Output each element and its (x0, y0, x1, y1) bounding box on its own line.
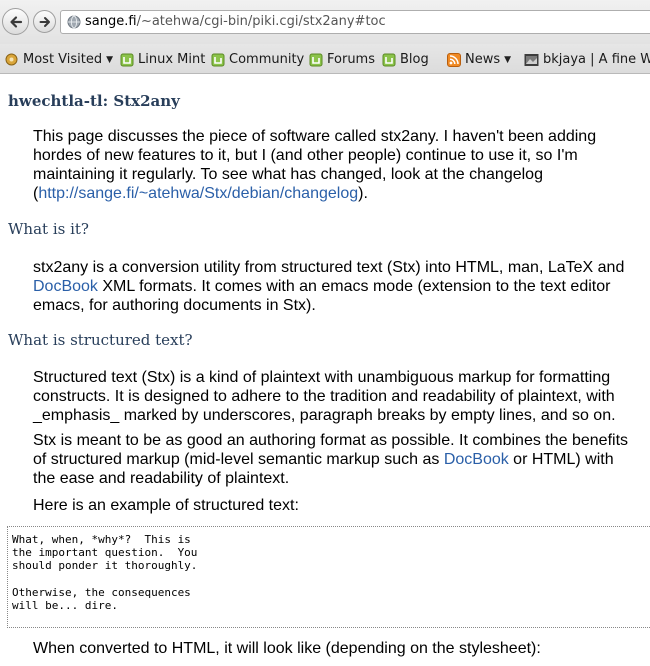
bookmark-label: bkjaya | A fine Wo (543, 52, 650, 67)
mint-icon (120, 53, 134, 66)
structured-text-heading: What is structured text? (8, 331, 193, 349)
bookmark-community[interactable]: Community (211, 51, 304, 68)
structured-text-paragraph-2: Stx is meant to be as good an authoring … (33, 431, 633, 488)
url-text[interactable]: sange.fi/~atehwa/cgi-bin/piki.cgi/stx2an… (85, 14, 386, 29)
site-icon (524, 53, 539, 66)
bookmarks-toolbar: Most Visited ▼ Linux Mint Community Foru… (0, 44, 650, 74)
dropdown-icon: ▼ (504, 54, 512, 65)
intro-text-end: ). (358, 185, 368, 202)
changelog-link[interactable]: http://sange.fi/~atehwa/Stx/debian/chang… (38, 185, 358, 202)
code-example: What, when, *why*? This is the important… (7, 526, 650, 628)
bookmark-label: Blog (400, 52, 429, 67)
url-bar[interactable]: sange.fi/~atehwa/cgi-bin/piki.cgi/stx2an… (60, 10, 650, 34)
arrow-right-icon (39, 16, 50, 27)
url-path: /~atehwa/cgi-bin/piki.cgi/stx2any#toc (136, 14, 386, 29)
gear-icon (5, 53, 18, 66)
mint-icon (382, 53, 396, 66)
what-is-it-paragraph: stx2any is a conversion utility from str… (33, 258, 633, 315)
what-is-it-heading: What is it? (8, 220, 89, 238)
bookmark-bkjaya[interactable]: bkjaya | A fine Wo (524, 51, 650, 68)
arrow-left-icon (9, 15, 22, 28)
bookmark-forums[interactable]: Forums (309, 51, 375, 68)
bookmark-blog[interactable]: Blog (382, 51, 429, 68)
url-host: sange.fi (85, 14, 137, 29)
bookmark-label: News (465, 52, 501, 67)
navigation-toolbar: sange.fi/~atehwa/cgi-bin/piki.cgi/stx2an… (0, 0, 650, 44)
structured-text-paragraph-1: Structured text (Stx) is a kind of plain… (33, 369, 616, 424)
page-title: hwechtla-tl: Stx2any (8, 92, 180, 110)
rss-icon (447, 52, 461, 67)
forward-button[interactable] (33, 10, 56, 33)
bookmark-label: Most Visited (23, 52, 103, 67)
bookmark-label: Forums (327, 52, 375, 67)
back-button[interactable] (2, 8, 29, 35)
globe-icon (67, 15, 81, 29)
mint-icon (309, 53, 323, 66)
bookmark-label: Linux Mint (138, 52, 206, 67)
bookmark-news[interactable]: News ▼ (447, 51, 511, 68)
intro-paragraph: This page discusses the piece of softwar… (33, 127, 633, 203)
bookmark-label: Community (229, 52, 305, 67)
dropdown-icon: ▼ (106, 54, 114, 65)
bookmark-linux-mint[interactable]: Linux Mint (120, 51, 205, 68)
docbook-link[interactable]: DocBook (33, 278, 98, 295)
what-text-end: XML formats. It comes with an emacs mode… (33, 278, 611, 314)
converted-paragraph: When converted to HTML, it will look lik… (33, 640, 541, 657)
mint-icon (211, 53, 225, 66)
bookmark-most-visited[interactable]: Most Visited ▼ (4, 51, 113, 68)
docbook-link-2[interactable]: DocBook (444, 451, 509, 468)
example-intro: Here is an example of structured text: (33, 497, 299, 514)
page-content: hwechtla-tl: Stx2any This page discusses… (0, 74, 650, 666)
what-text-start: stx2any is a conversion utility from str… (33, 259, 625, 276)
